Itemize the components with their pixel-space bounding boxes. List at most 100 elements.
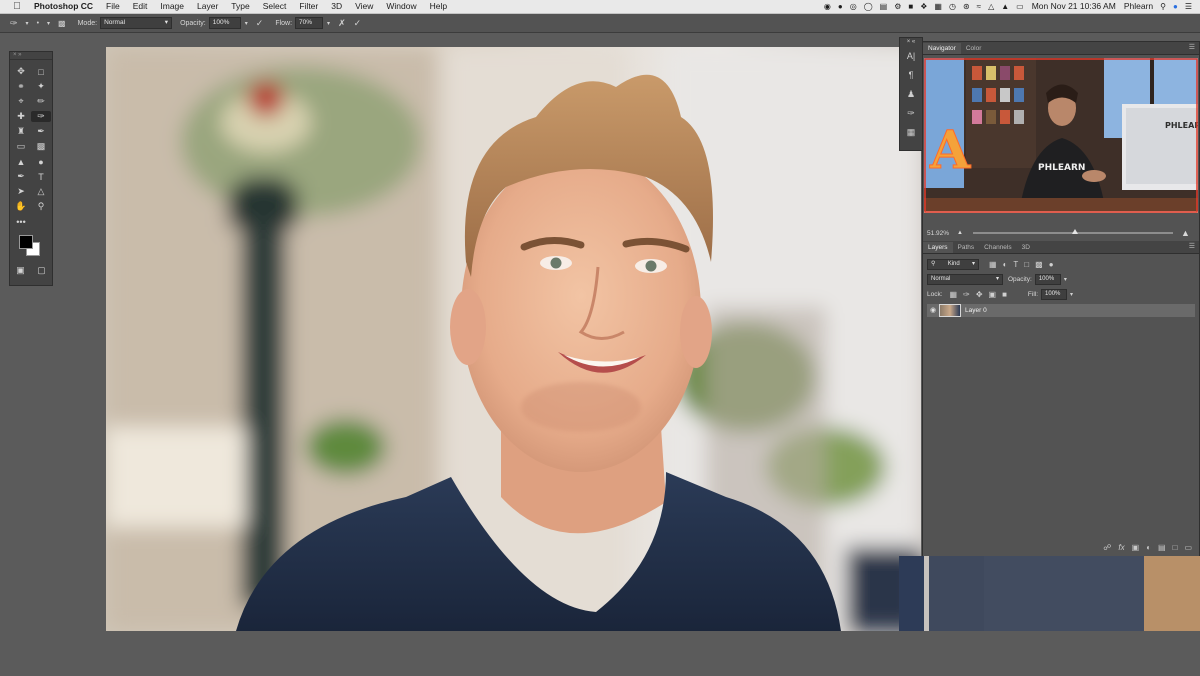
blur-tool-icon[interactable]: ▲ (11, 156, 31, 167)
menu-file[interactable]: File (106, 0, 120, 13)
pixel-filter-icon[interactable]: ▦ (989, 260, 997, 269)
blend-mode-select[interactable]: Normal ▾ (927, 274, 1003, 285)
tab-navigator[interactable]: Navigator (923, 43, 961, 54)
time-machine-icon[interactable]: ◷ (949, 0, 956, 13)
adjustment-layer-icon[interactable]: ◐ (1146, 543, 1151, 552)
zoom-out-icon[interactable]: ▲ (957, 230, 963, 236)
lock-image-icon[interactable]: ✑ (963, 290, 970, 299)
path-selection-tool-icon[interactable]: ➤ (11, 186, 31, 197)
app-menu[interactable]: Photoshop CC (34, 0, 93, 13)
zoom-value[interactable]: 51.92% (927, 230, 957, 237)
chat-icon[interactable]: ◯ (864, 0, 873, 13)
lock-all-icon[interactable]: ■ (1002, 290, 1007, 299)
notification-center-icon[interactable]: ☰ (1185, 0, 1192, 13)
dropbox-icon[interactable]: ❖ (920, 0, 927, 13)
brush-tool-icon[interactable]: ✑ (31, 111, 51, 122)
eyedropper-tool-icon[interactable]: ✏ (31, 96, 51, 107)
paragraph-panel-icon[interactable]: ¶ (900, 66, 922, 85)
brush-size-icon[interactable]: • (37, 20, 39, 27)
chevron-down-icon[interactable]: ▾ (327, 20, 330, 27)
fill-field[interactable]: 100% (1041, 289, 1068, 300)
chevron-down-icon[interactable]: ▾ (47, 20, 50, 27)
siri-icon[interactable]: ● (1173, 0, 1178, 13)
add-mask-icon[interactable]: ▣ (1132, 543, 1140, 552)
screen-mode-icon[interactable]: ▢ (32, 265, 52, 276)
airplay-icon[interactable]: △ (988, 0, 994, 13)
eraser-tool-icon[interactable]: ▭ (11, 141, 31, 152)
flow-field[interactable]: 70% (295, 17, 324, 29)
panel-close-icon[interactable]: × « (900, 38, 922, 47)
visibility-eye-icon[interactable]: ◉ (930, 304, 936, 317)
hand-tool-icon[interactable]: ✋ (11, 201, 31, 212)
globe-icon[interactable]: ◎ (850, 0, 857, 13)
history-brush-tool-icon[interactable]: ✒ (31, 126, 51, 137)
brush-panel-toggle-icon[interactable]: ▩ (58, 19, 66, 28)
zoom-tool-icon[interactable]: ⚲ (31, 201, 51, 212)
crop-tool-icon[interactable]: ⌖ (11, 96, 31, 107)
panel-menu-icon[interactable]: ☰ (1189, 242, 1195, 250)
new-layer-icon[interactable]: □ (1173, 543, 1178, 552)
shape-filter-icon[interactable]: □ (1024, 260, 1029, 269)
chevron-down-icon[interactable]: ▾ (26, 20, 29, 27)
adjustments-panel-icon[interactable]: ▦ (900, 123, 922, 142)
opacity-field[interactable]: 100% (208, 17, 241, 29)
settings-icon[interactable]: ⚙ (894, 0, 901, 13)
marquee-tool-icon[interactable]: □ (31, 66, 51, 77)
menu-window[interactable]: Window (386, 0, 416, 13)
tab-paths[interactable]: Paths (953, 242, 980, 253)
delete-layer-icon[interactable]: ▭ (1184, 543, 1192, 552)
new-group-icon[interactable]: ▤ (1158, 543, 1166, 552)
layer-row[interactable]: ◉ Layer 0 (927, 304, 1195, 317)
character-panel-icon[interactable]: A| (900, 47, 922, 66)
chevron-down-icon[interactable]: ▾ (1064, 276, 1067, 283)
lock-transparency-icon[interactable]: ▦ (950, 290, 958, 299)
volume-icon[interactable]: ▲ (1001, 0, 1009, 13)
brush-preset-icon[interactable]: ✑ (10, 18, 18, 29)
panel-menu-icon[interactable]: ☰ (1189, 43, 1195, 51)
foreground-color-swatch[interactable] (19, 235, 33, 249)
grid-icon[interactable]: ▦ (934, 0, 942, 13)
dodge-tool-icon[interactable]: ● (31, 156, 51, 167)
healing-brush-tool-icon[interactable]: ✚ (11, 111, 31, 122)
airbrush-icon[interactable]: ✗ (338, 18, 346, 29)
menu-image[interactable]: Image (160, 0, 184, 13)
move-tool-icon[interactable]: ✥ (11, 66, 31, 77)
square-app-icon[interactable]: ■ (908, 0, 913, 13)
lock-artboard-icon[interactable]: ▣ (989, 290, 997, 299)
magic-wand-tool-icon[interactable]: ✦ (31, 81, 51, 92)
battery-icon[interactable]: ▭ (1016, 0, 1024, 13)
menu-filter[interactable]: Filter (299, 0, 318, 13)
clock-text[interactable]: Mon Nov 21 10:36 AM (1032, 0, 1116, 13)
clone-source-icon[interactable]: ♟ (900, 85, 922, 104)
record-icon[interactable]: ◉ (824, 0, 831, 13)
wifi-icon[interactable]: ≈ (977, 0, 981, 13)
menu-3d[interactable]: 3D (331, 0, 342, 13)
layer-name[interactable]: Layer 0 (965, 307, 987, 314)
pen-tool-icon[interactable]: ✒ (11, 171, 31, 182)
shape-tool-icon[interactable]: △ (31, 186, 51, 197)
zoom-in-icon[interactable]: ▲ (1181, 228, 1190, 238)
user-name[interactable]: Phlearn (1124, 0, 1153, 13)
panel-collapse-handle[interactable]: × » (10, 52, 52, 60)
menu-select[interactable]: Select (263, 0, 287, 13)
fx-icon[interactable]: fx (1118, 543, 1124, 552)
document-canvas[interactable] (106, 47, 921, 631)
pressure-size-icon[interactable]: ✓ (354, 18, 362, 29)
folder-icon[interactable]: ▤ (880, 0, 888, 13)
menu-view[interactable]: View (355, 0, 373, 13)
filter-toggle-icon[interactable]: ● (1049, 260, 1054, 269)
chevron-down-icon[interactable]: ▾ (245, 20, 248, 27)
navigator-thumbnail[interactable]: A PHLEARN PHLEARN (924, 58, 1198, 213)
type-tool-icon[interactable]: T (31, 171, 51, 182)
smart-object-filter-icon[interactable]: ▩ (1035, 260, 1043, 269)
layer-thumbnail[interactable] (939, 304, 961, 317)
lock-position-icon[interactable]: ✥ (976, 290, 983, 299)
kind-filter-select[interactable]: ⚲ Kind ▾ (927, 259, 979, 270)
lasso-tool-icon[interactable]: ⚭ (11, 81, 31, 92)
brush-presets-icon[interactable]: ✑ (900, 104, 922, 123)
chevron-down-icon[interactable]: ▾ (1070, 291, 1073, 298)
tab-channels[interactable]: Channels (979, 242, 1016, 253)
spotlight-search-icon[interactable]: ⚲ (1160, 0, 1166, 13)
quick-mask-icon[interactable]: ▣ (11, 265, 31, 276)
mode-select[interactable]: Normal ▾ (100, 17, 173, 29)
